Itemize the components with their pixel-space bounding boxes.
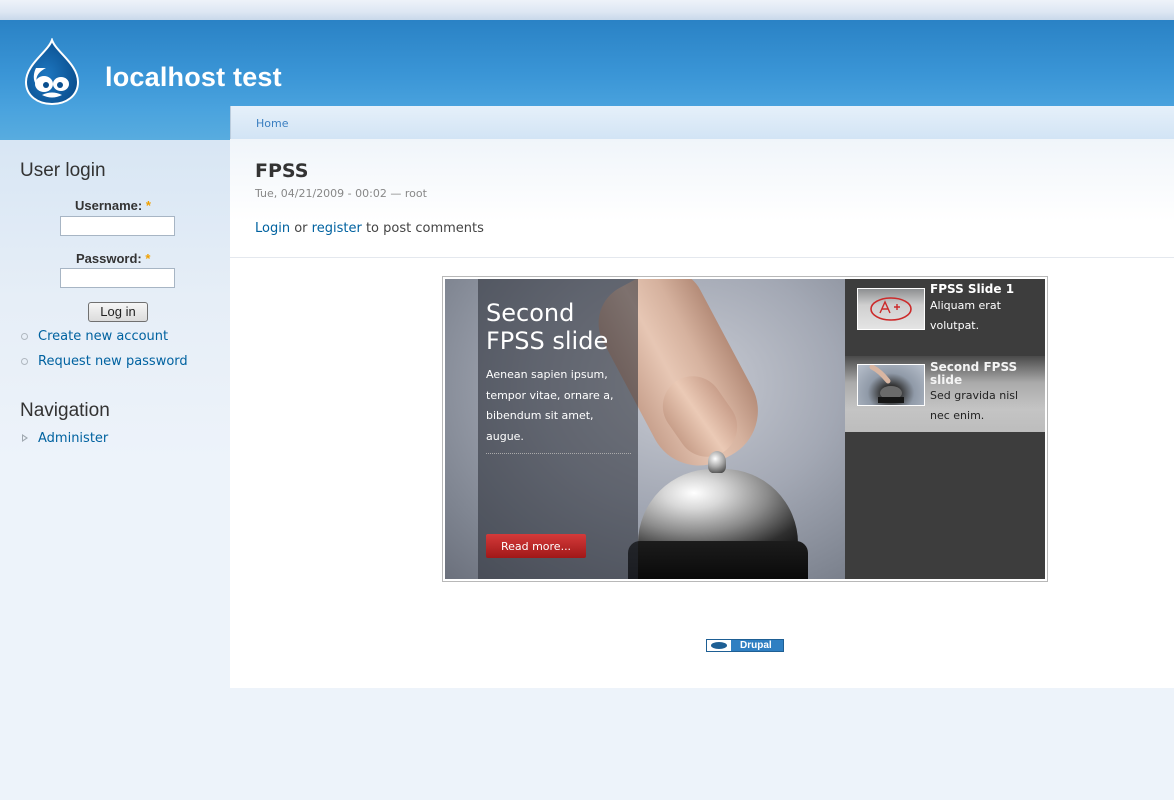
fpss-slideshow: Second FPSS slide Aenean sapien ipsum, t… — [442, 276, 1048, 582]
powered-by-drupal-badge[interactable]: Drupal — [706, 639, 784, 652]
username-label: Username: * — [75, 198, 151, 213]
page-title: FPSS — [255, 160, 309, 182]
badge-label: Drupal — [740, 640, 772, 651]
bullet-icon — [21, 333, 28, 340]
required-mark: * — [145, 198, 151, 213]
navigation-title: Navigation — [20, 400, 110, 421]
thumb-title: FPSS Slide 1 — [930, 282, 1015, 296]
bell-knob-image — [708, 451, 726, 473]
main-content: Home FPSS Tue, 04/21/2009 - 00:02 — root… — [230, 106, 1174, 688]
slideshow-viewport: Second FPSS slide Aenean sapien ipsum, t… — [445, 279, 1045, 579]
required-mark: * — [145, 251, 151, 266]
breadcrumb-home[interactable]: Home — [256, 117, 288, 130]
thumb-text: Aliquam erat volutpat. — [930, 299, 1001, 332]
user-login-title: User login — [20, 160, 106, 181]
thumb-slide-2[interactable]: Second FPSS slide Sed gravida nisl nec e… — [845, 356, 1045, 432]
login-link[interactable]: Login — [255, 221, 290, 236]
register-link[interactable]: register — [312, 221, 362, 236]
thumb-image — [857, 364, 925, 406]
thumb-slide-1[interactable]: FPSS Slide 1 Aliquam erat volutpat. — [845, 279, 1045, 355]
password-label: Password: * — [76, 251, 150, 266]
password-label-text: Password: — [76, 251, 142, 266]
post-comments-text: to post comments — [365, 221, 484, 236]
slide-thumbnails: FPSS Slide 1 Aliquam erat volutpat. Seco… — [845, 279, 1045, 579]
slide-divider — [486, 453, 631, 454]
username-label-text: Username: — [75, 198, 143, 213]
top-strip — [0, 0, 1174, 20]
node-header: FPSS Tue, 04/21/2009 - 00:02 — root Logi… — [230, 139, 1174, 258]
slide-body: Aenean sapien ipsum, tempor vitae, ornar… — [486, 368, 614, 443]
bullet-icon — [21, 358, 28, 365]
create-account-link[interactable]: Create new account — [38, 329, 168, 344]
thumb-title: Second FPSS slide — [930, 360, 1018, 387]
left-sidebar: User login Username: * Password: * Log i… — [0, 140, 230, 800]
comment-links: Login or register to post comments — [255, 221, 484, 236]
login-button[interactable]: Log in — [88, 302, 148, 322]
request-password-link[interactable]: Request new password — [38, 354, 188, 369]
password-input[interactable] — [60, 268, 175, 288]
username-input[interactable] — [60, 216, 175, 236]
nav-item-administer[interactable]: Administer — [38, 431, 108, 446]
breadcrumb-bar: Home — [230, 106, 1174, 139]
drupal-logo-icon[interactable] — [22, 36, 82, 106]
drupal-mark-icon — [707, 640, 731, 651]
bell-image — [638, 469, 798, 549]
slide-heading: Second FPSS slide — [486, 299, 609, 355]
node-meta: Tue, 04/21/2009 - 00:02 — root — [255, 187, 427, 200]
thumb-image — [857, 288, 925, 330]
thumb-text: Sed gravida nisl nec enim. — [930, 389, 1019, 422]
read-more-button[interactable]: Read more... — [486, 534, 586, 558]
or-text: or — [294, 221, 308, 236]
bell-base-image — [628, 541, 808, 579]
site-name[interactable]: localhost test — [105, 62, 282, 93]
collapsed-triangle-icon — [22, 434, 28, 442]
